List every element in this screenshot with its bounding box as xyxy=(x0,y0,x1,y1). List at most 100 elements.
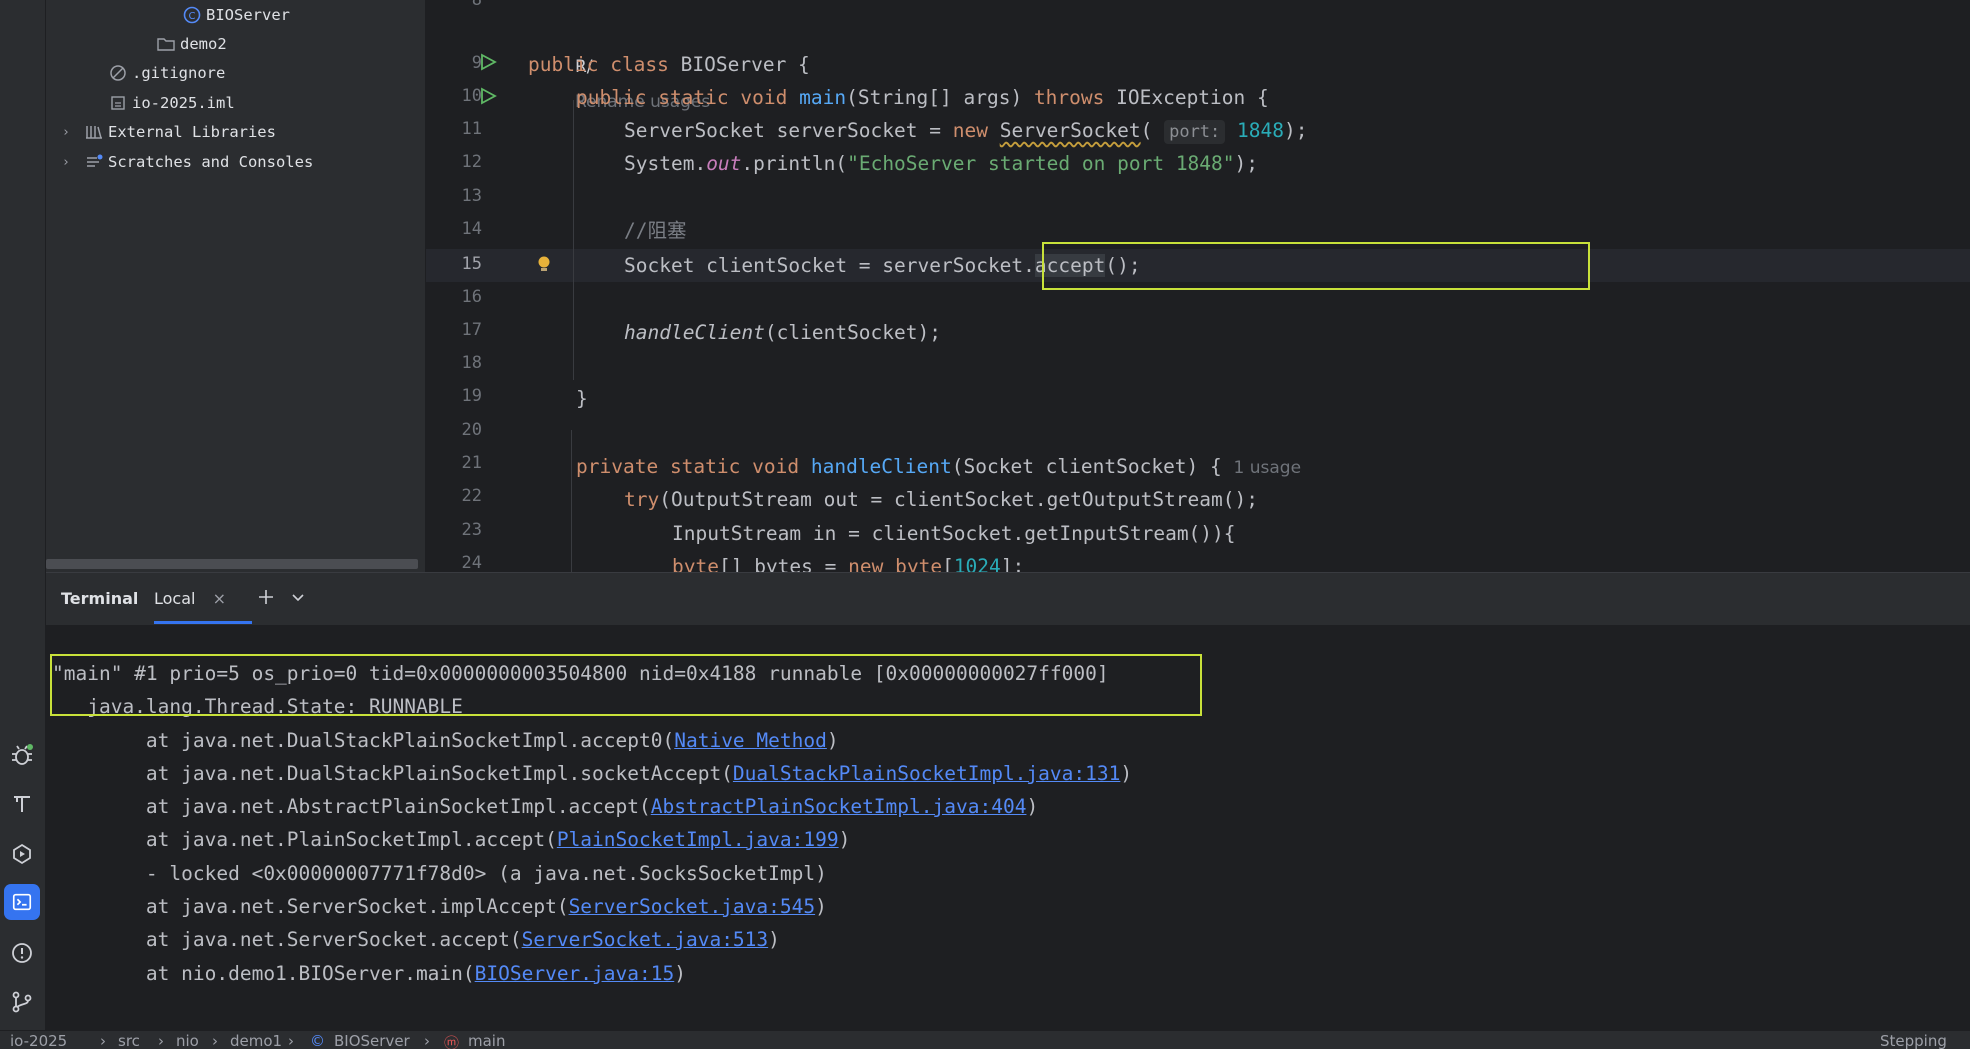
active-tab-indicator xyxy=(154,621,252,624)
line-number: 21 xyxy=(461,453,482,473)
code-editor[interactable]: 8 9 10 11 12 13 14 15 16 17 18 19 20 21 … xyxy=(426,0,1970,572)
run-gutter-icon[interactable] xyxy=(478,52,498,76)
tree-item-label: .gitignore xyxy=(132,64,226,82)
code-line-24: byte[] bytes = new byte[1024]; xyxy=(672,555,1025,572)
terminal-line: at java.net.DualStackPlainSocketImpl.soc… xyxy=(52,762,1133,785)
chevron-right-icon: › xyxy=(100,1032,106,1049)
lightbulb-icon[interactable] xyxy=(536,255,552,279)
indent-guide xyxy=(573,100,574,380)
line-number: 11 xyxy=(461,119,482,139)
line-number: 23 xyxy=(461,520,482,540)
debug-icon[interactable] xyxy=(4,737,40,773)
code-line-17: handleClient(clientSocket); xyxy=(624,321,941,344)
java-class-icon: C xyxy=(182,5,202,25)
indent-guide xyxy=(571,430,572,572)
breadcrumb-item[interactable]: io-2025 xyxy=(10,1032,67,1049)
line-number: 8 xyxy=(471,0,482,10)
close-icon[interactable]: × xyxy=(213,589,226,608)
services-icon[interactable] xyxy=(4,836,40,872)
stack-link[interactable]: PlainSocketImpl.java:199 xyxy=(557,828,839,851)
line-number: 16 xyxy=(461,287,482,307)
breadcrumb-item[interactable]: nio xyxy=(176,1032,199,1049)
code-line-23: InputStream in = clientSocket.getInputSt… xyxy=(672,522,1236,545)
line-number: 17 xyxy=(461,320,482,340)
tree-item-iml[interactable]: io-2025.iml xyxy=(108,88,235,118)
line-number: 9 xyxy=(471,53,482,73)
stack-link[interactable]: ServerSocket.java:545 xyxy=(569,895,816,918)
horizontal-scrollbar[interactable] xyxy=(46,559,418,569)
line-number: 12 xyxy=(461,152,482,172)
git-icon[interactable] xyxy=(4,984,40,1020)
status-text: Stepping xyxy=(1880,1032,1947,1049)
chevron-right-icon: › xyxy=(424,1032,430,1049)
line-number: 14 xyxy=(461,219,482,239)
terminal-line: at java.net.DualStackPlainSocketImpl.acc… xyxy=(52,729,839,752)
highlight-box-accept-line xyxy=(1042,242,1590,290)
tree-item-label: demo2 xyxy=(180,35,227,53)
stack-link[interactable]: Native Method xyxy=(674,729,827,752)
method-icon: ⓜ xyxy=(444,1034,460,1049)
tab-local-label: Local xyxy=(154,589,196,608)
line-number: 24 xyxy=(461,553,482,572)
module-file-icon xyxy=(108,93,128,113)
code-line-22: try(OutputStream out = clientSocket.getO… xyxy=(624,488,1258,511)
tree-item-bioserver[interactable]: C BIOServer xyxy=(182,0,290,30)
breadcrumb-item[interactable]: main xyxy=(468,1032,505,1049)
terminal-line: at nio.demo1.BIOServer.main(BIOServer.ja… xyxy=(52,962,686,985)
java-class-icon: © xyxy=(310,1032,325,1049)
line-gutter: 8 9 10 11 12 13 14 15 16 17 18 19 20 21 … xyxy=(426,0,550,572)
code-line-14: //阻塞 xyxy=(624,219,687,242)
build-icon[interactable] xyxy=(4,786,40,822)
highlight-box-thread-state xyxy=(50,654,1202,716)
parameter-hint: port: xyxy=(1164,120,1226,144)
code-line-11: ServerSocket serverSocket = new ServerSo… xyxy=(624,119,1308,144)
tool-window-strip xyxy=(0,0,46,1049)
usages-hint[interactable]: 1 usage xyxy=(1234,458,1302,478)
chevron-right-icon[interactable]: › xyxy=(62,125,80,140)
line-number: 13 xyxy=(461,186,482,206)
terminal-line: at java.net.ServerSocket.accept(ServerSo… xyxy=(52,928,780,951)
run-gutter-icon[interactable] xyxy=(478,86,498,110)
folder-icon xyxy=(156,34,176,54)
rename-usages-hint[interactable]: R/ Rename usages xyxy=(528,16,710,112)
line-number: 22 xyxy=(461,486,482,506)
tree-item-label: io-2025.iml xyxy=(132,94,235,112)
line-number: 19 xyxy=(461,386,482,406)
code-line-10: public static void main(String[] args) t… xyxy=(576,86,1269,109)
problems-icon[interactable] xyxy=(4,935,40,971)
ignore-file-icon xyxy=(108,63,128,83)
scratches-icon xyxy=(84,152,104,172)
code-line-21: private static void handleClient(Socket … xyxy=(576,455,1302,478)
stack-link[interactable]: BIOServer.java:15 xyxy=(475,962,675,985)
tree-item-external-libraries[interactable]: › External Libraries xyxy=(62,117,276,147)
chevron-right-icon: › xyxy=(158,1032,164,1049)
project-panel: C BIOServer demo2 .gitignore io-2025.iml… xyxy=(46,0,426,572)
svg-text:C: C xyxy=(189,11,196,22)
chevron-down-icon[interactable] xyxy=(290,589,306,609)
stack-link[interactable]: AbstractPlainSocketImpl.java:404 xyxy=(651,795,1027,818)
tree-item-scratches[interactable]: › Scratches and Consoles xyxy=(62,147,313,177)
chevron-right-icon: › xyxy=(212,1032,218,1049)
code-line-12: System.out.println("EchoServer started o… xyxy=(624,152,1258,175)
tab-local[interactable]: Local × xyxy=(154,589,226,608)
terminal-title: Terminal xyxy=(61,589,139,608)
terminal-line: - locked <0x00000007771f78d0> (a java.ne… xyxy=(52,862,827,885)
line-number: 20 xyxy=(461,420,482,440)
terminal-line: at java.net.ServerSocket.implAccept(Serv… xyxy=(52,895,827,918)
tree-item-gitignore[interactable]: .gitignore xyxy=(108,58,225,88)
chevron-right-icon[interactable]: › xyxy=(62,155,80,170)
breadcrumb-item[interactable]: demo1 xyxy=(230,1032,282,1049)
add-tab-icon[interactable] xyxy=(256,587,276,611)
tree-item-label: BIOServer xyxy=(206,6,290,24)
terminal-icon[interactable] xyxy=(4,884,40,920)
breadcrumb-item[interactable]: BIOServer xyxy=(334,1032,410,1049)
breadcrumb-item[interactable]: src xyxy=(118,1032,140,1049)
code-line-19: } xyxy=(576,387,588,410)
line-number: 18 xyxy=(461,353,482,373)
terminal-line: at java.net.AbstractPlainSocketImpl.acce… xyxy=(52,795,1039,818)
tree-item-label: External Libraries xyxy=(108,123,276,141)
tree-item-demo2[interactable]: demo2 xyxy=(156,29,227,59)
stack-link[interactable]: ServerSocket.java:513 xyxy=(522,928,769,951)
stack-link[interactable]: DualStackPlainSocketImpl.java:131 xyxy=(733,762,1120,785)
terminal-header: Terminal Local × xyxy=(46,573,1970,625)
